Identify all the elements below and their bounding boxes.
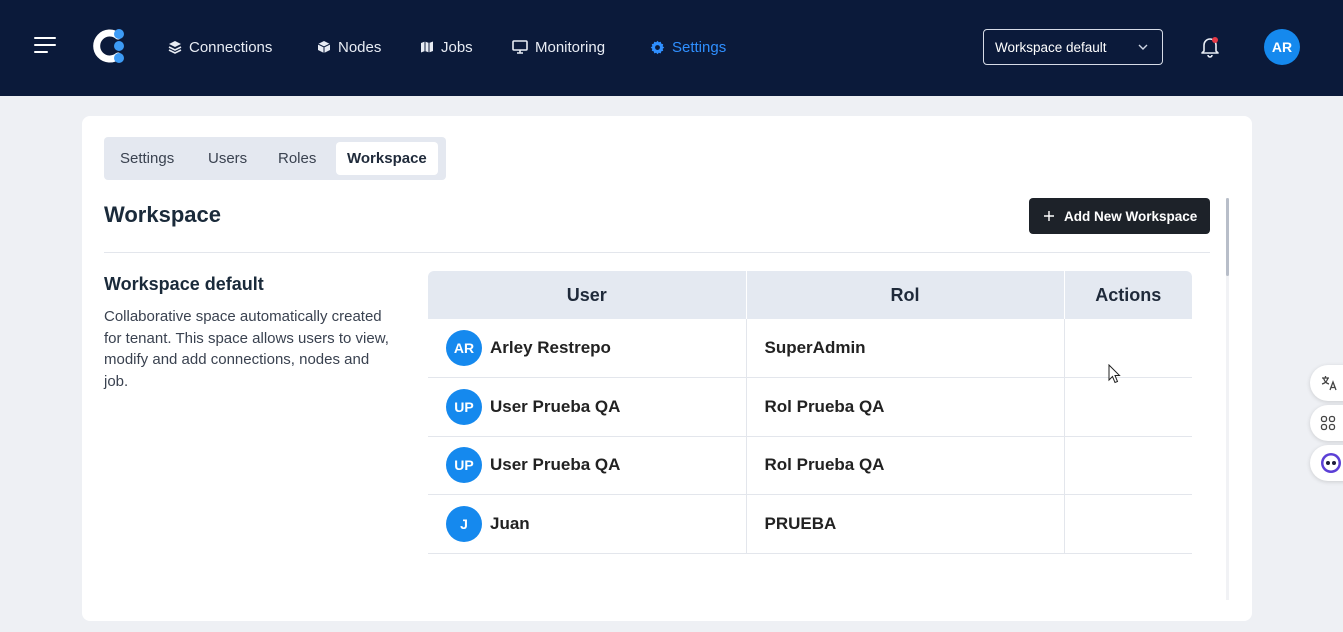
scrollbar[interactable] <box>1226 198 1229 600</box>
actions-cell[interactable] <box>1063 494 1192 554</box>
layers-icon <box>168 41 182 54</box>
divider <box>104 252 1210 253</box>
actions-cell[interactable] <box>1063 436 1192 495</box>
nav-connections[interactable]: Connections <box>168 36 272 58</box>
avatar: UP <box>446 388 482 425</box>
table-row: J Juan PRUEBA <box>428 494 1192 554</box>
table-header-row: User Rol Actions <box>428 271 1192 319</box>
user-cell: AR Arley Restrepo <box>428 330 746 366</box>
monitor-icon <box>512 40 528 54</box>
user-name: User Prueba QA <box>490 455 621 475</box>
column-header-user: User <box>428 271 746 319</box>
menu-icon[interactable] <box>34 37 58 55</box>
actions-cell[interactable] <box>1063 319 1192 378</box>
assistant-widget[interactable] <box>1310 445 1343 481</box>
nav-nodes-label: Nodes <box>338 38 382 56</box>
nav-nodes[interactable]: Nodes <box>317 36 381 58</box>
tab-settings[interactable]: Settings <box>109 142 185 175</box>
user-cell: UP User Prueba QA <box>428 388 746 425</box>
app-logo[interactable] <box>90 27 128 65</box>
avatar: AR <box>446 330 482 366</box>
top-navbar: Connections Nodes Jobs Monitoring Settin… <box>0 0 1343 96</box>
workspace-description: Collaborative space automatically create… <box>104 308 389 390</box>
translate-icon <box>1321 376 1337 391</box>
user-cell: J Juan <box>428 505 746 542</box>
user-cell: UP User Prueba QA <box>428 447 746 484</box>
workspace-name: Workspace default <box>104 274 264 294</box>
avatar: J <box>446 505 482 542</box>
notification-bell-icon[interactable] <box>1199 36 1221 58</box>
actions-cell[interactable] <box>1063 377 1192 437</box>
scrollbar-thumb[interactable] <box>1226 198 1229 276</box>
column-header-actions: Actions <box>1063 271 1192 319</box>
nav-monitoring[interactable]: Monitoring <box>512 36 605 58</box>
tab-workspace[interactable]: Workspace <box>336 142 438 175</box>
mouse-cursor-icon <box>1108 364 1121 384</box>
workspace-users-table: User Rol Actions AR Arley Restrepo SuperA… <box>428 271 1192 554</box>
user-name: User Prueba QA <box>490 396 621 416</box>
nav-settings-label: Settings <box>672 38 727 56</box>
apps-grid-icon <box>1320 415 1336 431</box>
nav-monitoring-label: Monitoring <box>535 38 606 56</box>
page-title: Workspace <box>104 202 221 227</box>
translate-widget[interactable] <box>1310 365 1343 401</box>
workspace-select-value: Workspace default <box>995 39 1107 55</box>
apps-widget[interactable] <box>1310 405 1343 441</box>
user-name: Juan <box>490 513 530 533</box>
settings-tabs: Settings Users Roles Workspace <box>104 137 446 180</box>
tab-users[interactable]: Users <box>197 142 258 175</box>
cube-icon <box>317 41 331 53</box>
user-name: Arley Restrepo <box>490 338 611 357</box>
nav-settings[interactable]: Settings <box>650 36 726 58</box>
map-icon <box>421 41 433 53</box>
nav-jobs[interactable]: Jobs <box>420 36 473 58</box>
nav-connections-label: Connections <box>189 38 273 56</box>
workspace-select[interactable]: Workspace default <box>983 29 1163 65</box>
rol-cell: Rol Prueba QA <box>764 455 885 475</box>
rol-cell: PRUEBA <box>764 513 837 533</box>
table-row: UP User Prueba QA Rol Prueba QA <box>428 436 1192 495</box>
gear-icon <box>650 40 665 54</box>
rol-cell: SuperAdmin <box>764 338 866 357</box>
settings-card: Settings Users Roles Workspace Workspace… <box>82 116 1252 621</box>
chevron-down-icon <box>1138 44 1148 50</box>
add-new-workspace-label: Add New Workspace <box>1064 208 1198 224</box>
column-header-rol: Rol <box>745 271 1064 319</box>
plus-icon <box>1044 211 1054 221</box>
user-avatar[interactable]: AR <box>1264 29 1300 65</box>
table-row: AR Arley Restrepo SuperAdmin <box>428 319 1192 378</box>
table-row: UP User Prueba QA Rol Prueba QA <box>428 377 1192 437</box>
nav-jobs-label: Jobs <box>441 38 473 56</box>
add-new-workspace-button[interactable]: Add New Workspace <box>1029 198 1210 234</box>
avatar: UP <box>446 447 482 484</box>
tab-roles[interactable]: Roles <box>267 142 327 175</box>
assistant-bot-icon <box>1321 453 1341 473</box>
rol-cell: Rol Prueba QA <box>764 396 885 416</box>
